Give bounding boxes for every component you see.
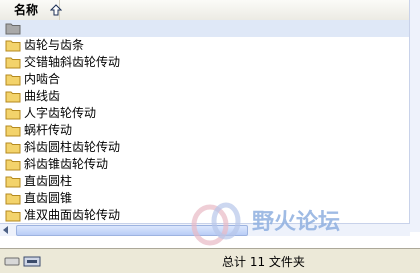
list-item-label: 直齿圆锥 <box>24 191 73 205</box>
list-item-label: 交错轴斜齿轮传动 <box>24 55 121 69</box>
list-item[interactable]: 齿轮与齿条 <box>0 37 410 54</box>
sort-ascending-icon[interactable] <box>50 4 62 16</box>
folder-icon <box>5 74 21 86</box>
list-item[interactable]: 蜗杆传动 <box>0 122 410 139</box>
status-bar: 总计 11 文件夹 <box>0 248 420 273</box>
list-item-label: 蜗杆传动 <box>24 123 73 137</box>
folder-icon <box>5 40 21 52</box>
list-item[interactable]: 曲线齿 <box>0 88 410 105</box>
horizontal-scroll-thumb[interactable] <box>16 225 248 236</box>
list-item[interactable]: 人字齿轮传动 <box>0 105 410 122</box>
list-item[interactable]: 斜齿锥齿轮传动 <box>0 156 410 173</box>
list-item-label: 齿轮与齿条 <box>24 38 85 52</box>
folder-icon <box>5 176 21 188</box>
folder-icon <box>5 125 21 137</box>
drive-network-icon <box>4 256 41 267</box>
list-item-label: 内啮合 <box>24 72 61 86</box>
folder-icon <box>5 210 21 222</box>
list-item-label: 斜齿锥齿轮传动 <box>24 157 109 171</box>
scroll-left-icon[interactable] <box>3 226 8 234</box>
list-item[interactable]: 准双曲面齿轮传动 <box>0 207 410 224</box>
list-item-label: 准双曲面齿轮传动 <box>24 208 121 222</box>
list-item[interactable]: 直齿圆锥 <box>0 190 410 207</box>
horizontal-scrollbar[interactable] <box>0 223 410 236</box>
list-item-label: 曲线齿 <box>24 89 61 103</box>
list-item-label: 直齿圆柱 <box>24 174 73 188</box>
folder-icon <box>5 23 21 35</box>
status-text: 总计 11 文件夹 <box>222 255 305 269</box>
folder-icon <box>5 91 21 103</box>
list-item[interactable]: 交错轴斜齿轮传动 <box>0 54 410 71</box>
list-item-label: 斜齿圆柱齿轮传动 <box>24 140 121 154</box>
list-item[interactable] <box>0 20 410 37</box>
folder-icon <box>5 193 21 205</box>
folder-icon <box>5 159 21 171</box>
list-item[interactable]: 内啮合 <box>0 71 410 88</box>
folder-icon <box>5 142 21 154</box>
column-header-name-label: 名称 <box>14 3 39 17</box>
list-item-label: 人字齿轮传动 <box>24 106 97 120</box>
folder-list: 齿轮与齿条 交错轴斜齿轮传动 内啮合 曲线齿 人字齿轮传动 蜗杆传动 斜齿圆柱齿… <box>0 20 410 224</box>
vertical-scrollbar[interactable] <box>409 0 420 232</box>
folder-icon <box>5 57 21 69</box>
list-item[interactable]: 直齿圆柱 <box>0 173 410 190</box>
folder-icon <box>5 108 21 120</box>
list-item[interactable]: 斜齿圆柱齿轮传动 <box>0 139 410 156</box>
list-header: 名称 <box>0 0 410 21</box>
